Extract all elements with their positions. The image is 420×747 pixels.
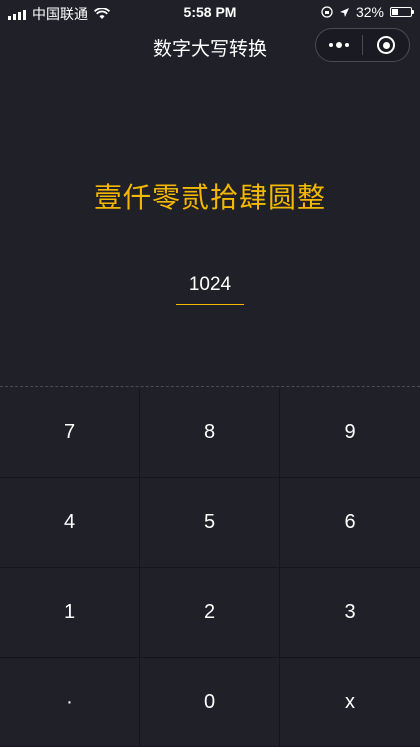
nav-bar: 数字大写转换 [0,24,420,68]
key-5[interactable]: 5 [140,478,280,568]
keypad-divider [0,386,420,387]
key-2[interactable]: 2 [140,568,280,658]
battery-percent: 32% [355,4,384,20]
location-arrow-icon [339,7,349,17]
number-input-wrap: 1024 [0,270,420,305]
status-bar: 中国联通 5:58 PM 32% [0,0,420,24]
key-decimal-point[interactable]: · [0,658,140,747]
number-input[interactable]: 1024 [176,270,244,305]
close-ring-icon [377,36,395,54]
key-8[interactable]: 8 [140,388,280,478]
battery-fill [392,9,398,15]
keypad: 7 8 9 4 5 6 1 2 3 · 0 x [0,388,420,747]
menu-capsule [315,28,410,62]
key-7[interactable]: 7 [0,388,140,478]
lock-rotation-icon [321,6,333,18]
key-0[interactable]: 0 [140,658,280,747]
status-right: 32% [321,4,414,20]
more-button[interactable] [316,29,362,61]
battery-icon [390,7,414,17]
key-3[interactable]: 3 [280,568,420,658]
uppercase-result: 壹仟零贰拾肆圆整 [93,182,326,213]
key-6[interactable]: 6 [280,478,420,568]
close-button[interactable] [363,29,409,61]
more-dots-icon [329,42,349,48]
key-1[interactable]: 1 [0,568,140,658]
key-delete[interactable]: x [280,658,420,747]
key-4[interactable]: 4 [0,478,140,568]
key-9[interactable]: 9 [280,388,420,478]
